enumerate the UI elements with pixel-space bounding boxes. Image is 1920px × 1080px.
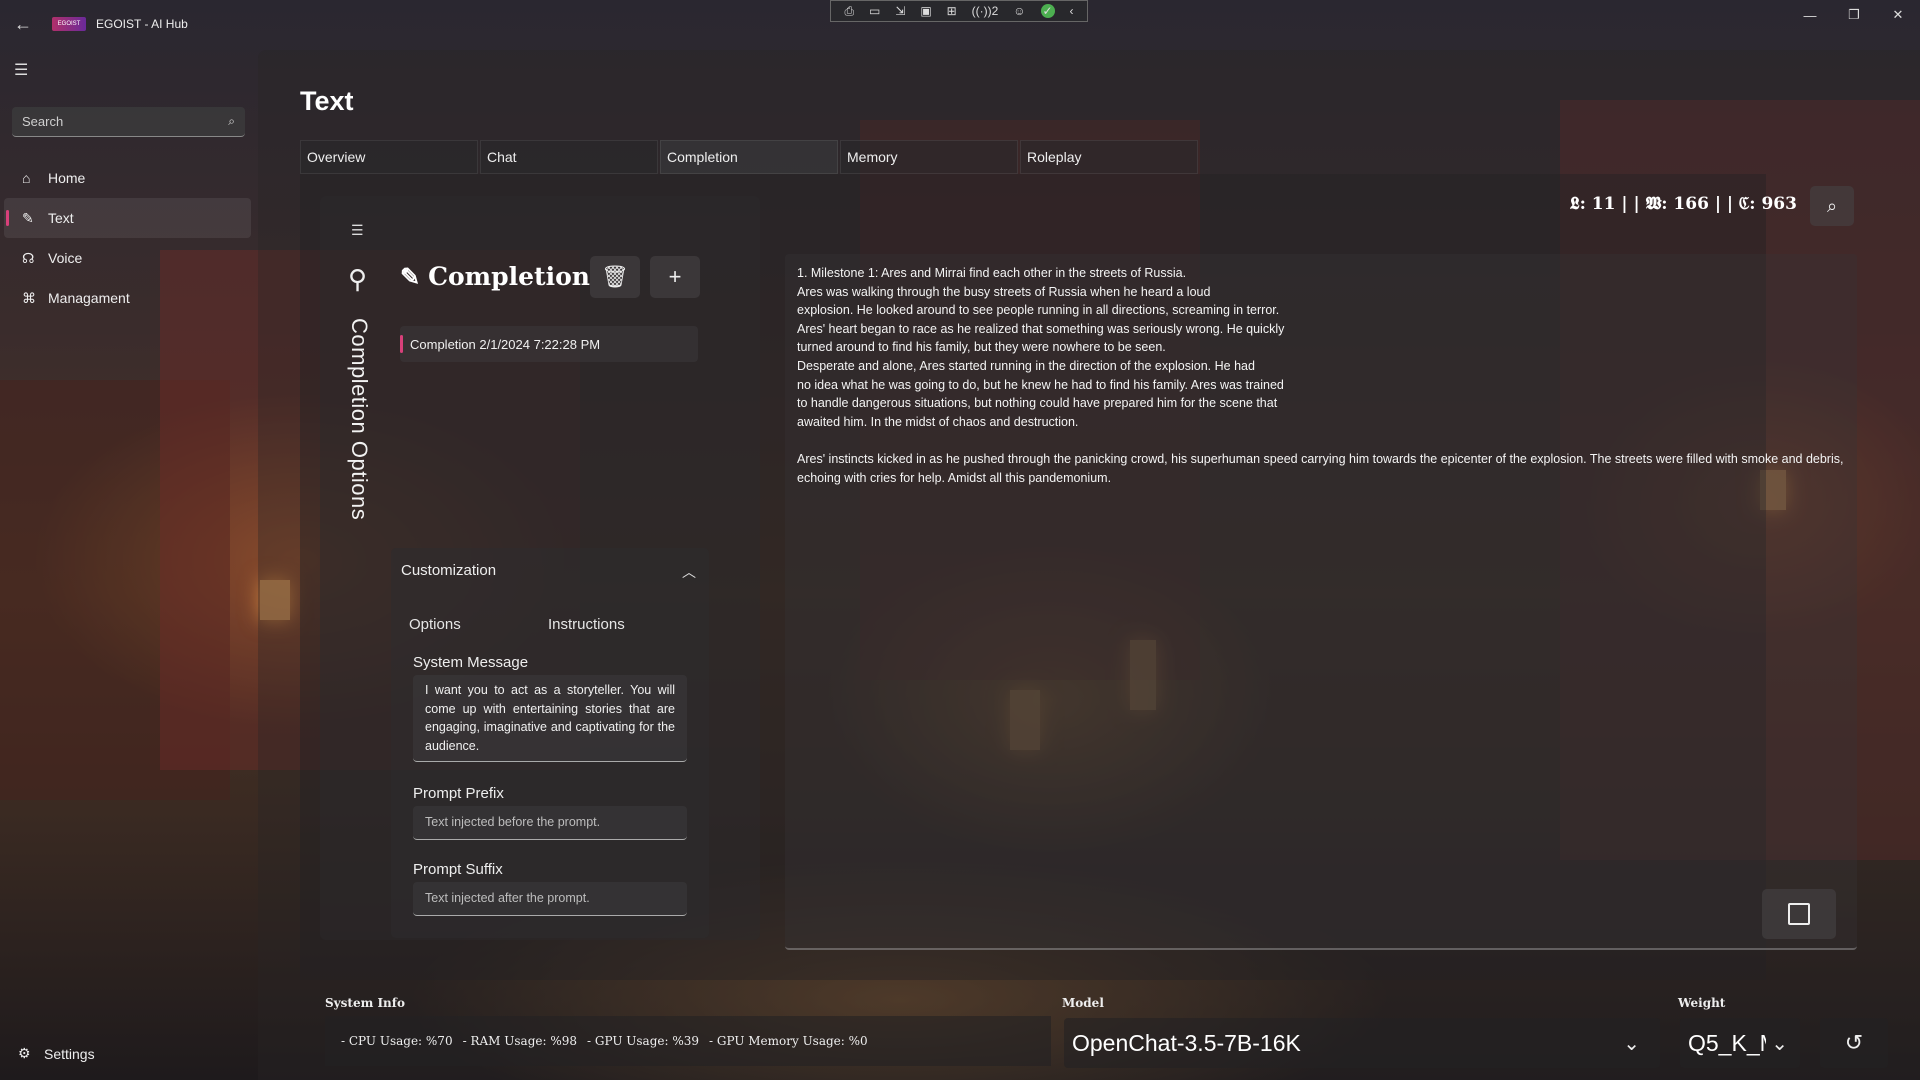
add-button[interactable]: + (650, 256, 700, 298)
text-edit-icon: ✎ (22, 209, 34, 226)
plus-icon: + (668, 264, 682, 289)
options-menu-icon[interactable]: ☰ (351, 222, 364, 239)
sidebar-item-label: Home (48, 170, 86, 186)
gear-icon: ⚙ (18, 1045, 31, 1061)
sidebar-item-managament[interactable]: ⌘ Managament (4, 278, 251, 318)
session-list-item[interactable]: Completion 2/1/2024 7:22:28 PM (400, 326, 698, 362)
tab-overview[interactable]: Overview (300, 140, 478, 174)
page-title: Text (300, 86, 354, 116)
completion-text-area[interactable]: 1. Milestone 1: Ares and Mirrai find eac… (785, 254, 1857, 950)
prompt-suffix-field[interactable]: Text injected after the prompt. (413, 882, 687, 916)
hamburger-menu-icon[interactable]: ☰ (14, 60, 28, 80)
editor-search-button[interactable]: ⌕ (1810, 186, 1854, 226)
sidebar-nav: ⌂ Home ✎ Text ☊ Voice ⌘ Managament (0, 158, 255, 318)
command-icon: ⌘ (22, 289, 36, 306)
tab-memory[interactable]: Memory (840, 140, 1018, 174)
capture-icon[interactable]: ⎙ (844, 4, 854, 19)
refresh-icon: ↺ (1844, 1030, 1864, 1055)
search-icon: ⌕ (1826, 195, 1838, 216)
frame-icon[interactable]: ▣ (920, 4, 931, 18)
trash-icon: 🗑 (601, 264, 629, 289)
tab-bar: Overview Chat Completion Memory Roleplay (300, 140, 1200, 174)
weight-label: Weight (1678, 996, 1726, 1010)
system-info-bar: - CPU Usage: %70 - RAM Usage: %98 - GPU … (325, 1016, 1051, 1066)
tab-roleplay[interactable]: Roleplay (1020, 140, 1198, 174)
reset-button[interactable]: ↺ (1820, 1018, 1888, 1068)
sliders-icon[interactable]: ⚲ (348, 264, 367, 295)
weight-select[interactable]: Q5_K_M ⌄ (1680, 1018, 1800, 1068)
prompt-suffix-label: Prompt Suffix (413, 861, 503, 878)
overlay-toolbar: ⎙ ▭ ⇲ ▣ ⊞ ((·))2 ☺ ✓ ‹ (830, 0, 1088, 22)
collapse-chevron-icon[interactable]: ‹ (1069, 4, 1073, 18)
completion-options-label: Completion Options (347, 318, 372, 521)
pencil-icon: ✎ (400, 262, 421, 291)
minimize-button[interactable]: — (1788, 0, 1832, 30)
settings-label: Settings (44, 1045, 95, 1062)
ram-usage: - RAM Usage: %98 (462, 1034, 578, 1048)
cast-icon[interactable]: ⇲ (895, 4, 905, 18)
sidebar-item-home[interactable]: ⌂ Home (4, 158, 251, 198)
system-message-field[interactable]: I want you to act as a storyteller. You … (413, 675, 687, 762)
text-paragraph: 1. Milestone 1: Ares and Mirrai find eac… (797, 266, 1285, 429)
chevron-up-icon[interactable]: ︿ (682, 562, 696, 582)
subtab-options[interactable]: Options (409, 616, 461, 633)
broadcast-icon[interactable]: ((·))2 (972, 4, 999, 18)
search-box[interactable]: ⌕ (12, 107, 245, 137)
sidebar-item-label: Managament (48, 290, 130, 306)
home-icon: ⌂ (22, 170, 31, 186)
tab-chat[interactable]: Chat (480, 140, 658, 174)
video-icon[interactable]: ▭ (869, 4, 880, 18)
prompt-prefix-field[interactable]: Text injected before the prompt. (413, 806, 687, 840)
sidebar-item-label: Voice (48, 250, 83, 266)
accessibility-icon[interactable]: ☺ (1013, 4, 1025, 18)
display-icon[interactable]: ⊞ (947, 4, 957, 18)
check-icon[interactable]: ✓ (1040, 4, 1055, 18)
search-icon[interactable]: ⌕ (228, 114, 235, 129)
restore-button[interactable]: ❐ (1832, 0, 1876, 30)
gpu-memory-usage: - GPU Memory Usage: %0 (709, 1034, 868, 1048)
sidebar-item-settings[interactable]: ⚙ Settings (18, 1045, 95, 1062)
model-select[interactable]: OpenChat-3.5-7B-16K ⌄ (1064, 1018, 1660, 1068)
app-logo: EGOIST (52, 17, 86, 31)
close-button[interactable]: ✕ (1876, 0, 1920, 30)
customization-header[interactable]: Customization (401, 562, 496, 579)
text-paragraph: Ares' instincts kicked in as he pushed t… (797, 451, 1844, 485)
completion-title: Completion (428, 262, 590, 291)
text-stats: 𝕷: 11 | | 𝖂: 166 | | ℭ: 963 (1570, 194, 1797, 214)
headphones-icon: ☊ (22, 249, 35, 266)
cpu-usage: - CPU Usage: %70 (341, 1034, 453, 1048)
chevron-down-icon[interactable]: ⌄ (1771, 1031, 1788, 1056)
sidebar-item-text[interactable]: ✎ Text (4, 198, 251, 238)
stop-button[interactable] (1762, 889, 1836, 939)
system-info-label: System Info (325, 996, 405, 1010)
tab-completion[interactable]: Completion (660, 140, 838, 174)
system-message-label: System Message (413, 654, 529, 671)
sidebar-item-label: Text (48, 210, 74, 226)
prompt-prefix-label: Prompt Prefix (413, 785, 504, 802)
search-input[interactable] (22, 114, 229, 129)
completion-heading: ✎ Completion (400, 262, 590, 291)
back-arrow-icon[interactable]: ← (0, 0, 46, 48)
model-label: Model (1062, 996, 1104, 1010)
stop-square-icon (1788, 903, 1810, 925)
window-controls: — ❐ ✕ (1788, 0, 1920, 30)
gpu-usage: - GPU Usage: %39 (587, 1034, 699, 1048)
model-value: OpenChat-3.5-7B-16K (1072, 1029, 1301, 1056)
chevron-down-icon[interactable]: ⌄ (1623, 1031, 1640, 1056)
subtab-instructions[interactable]: Instructions (548, 616, 625, 633)
weight-value: Q5_K_M (1688, 1029, 1766, 1056)
window-title: EGOIST - AI Hub (96, 17, 188, 31)
sidebar-item-voice[interactable]: ☊ Voice (4, 238, 251, 278)
delete-button[interactable]: 🗑 (590, 256, 640, 298)
